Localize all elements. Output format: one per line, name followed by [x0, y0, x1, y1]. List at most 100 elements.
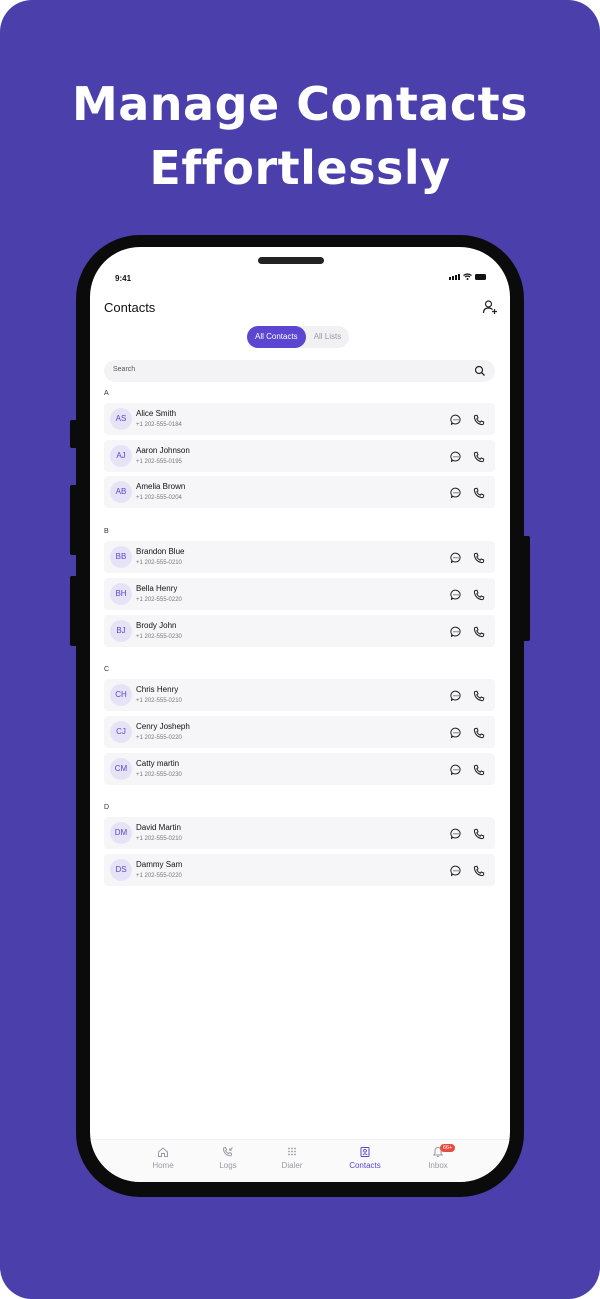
message-icon[interactable]	[450, 726, 462, 738]
message-icon[interactable]	[450, 588, 462, 600]
wifi-icon	[463, 273, 472, 280]
contact-name: Alice Smith	[136, 409, 177, 418]
contact-row[interactable]: BB Brandon Blue +1 202-555-0210	[104, 541, 495, 574]
contact-phone: +1 202-555-0230	[136, 633, 182, 640]
avatar: BH	[110, 582, 132, 605]
call-icon[interactable]	[473, 486, 485, 499]
search-icon[interactable]	[474, 365, 486, 377]
tab-label: Home	[152, 1161, 174, 1170]
tab-label: Dialer	[281, 1161, 303, 1170]
section-header-a: A	[104, 390, 109, 397]
search-placeholder: Search	[113, 366, 136, 373]
call-icon[interactable]	[473, 726, 485, 739]
unread-badge: 66+	[440, 1144, 456, 1152]
contact-row[interactable]: CJ Cenry Josheph +1 202-555-0220	[104, 715, 495, 748]
call-icon[interactable]	[473, 450, 485, 462]
call-icon[interactable]	[473, 588, 485, 600]
call-icon[interactable]	[473, 413, 485, 426]
message-icon[interactable]	[450, 864, 462, 877]
contact-phone: +1 202-555-0220	[136, 596, 182, 603]
contact-row[interactable]: CH Chris Henry +1 202-555-0210	[104, 679, 495, 712]
contact-name: Brandon Blue	[136, 547, 185, 557]
contact-phone: +1 202-555-0230	[136, 771, 182, 778]
message-icon[interactable]	[450, 827, 462, 840]
message-icon[interactable]	[450, 413, 462, 426]
contact-phone: +1 202-555-0220	[136, 873, 182, 879]
avatar: CM	[110, 757, 132, 780]
contact-name: Chris Henry	[136, 685, 179, 695]
contact-name: Cenry Josheph	[136, 721, 190, 731]
avatar: BJ	[110, 619, 132, 642]
call-icon[interactable]	[473, 689, 485, 702]
page-title: Contacts	[104, 300, 156, 315]
headline: Manage Contacts Effortlessly	[0, 72, 600, 200]
contact-row[interactable]: BH Bella Henry +1 202-555-0220	[104, 577, 495, 610]
call-icon[interactable]	[473, 864, 485, 877]
contact-row[interactable]: AJ Aaron Johnson +1 202-555-0195	[104, 439, 495, 472]
message-icon[interactable]	[450, 551, 462, 564]
message-icon[interactable]	[450, 689, 462, 702]
headline-line-2: Effortlessly	[149, 141, 451, 195]
tab-contacts[interactable]: Contacts	[335, 1146, 395, 1170]
avatar: AB	[110, 481, 132, 504]
tab-all-contacts[interactable]: All Contacts	[247, 326, 306, 348]
avatar: DS	[110, 859, 132, 881]
message-icon[interactable]	[450, 450, 462, 462]
promo-canvas: Manage Contacts Effortlessly 9:41 Contac…	[0, 0, 600, 1299]
tab-dialer[interactable]: Dialer	[262, 1146, 322, 1170]
search-field[interactable]: Search	[104, 360, 495, 382]
contact-row[interactable]: AB Amelia Brown +1 202-555-0204	[104, 476, 495, 509]
call-icon[interactable]	[473, 551, 485, 564]
battery-icon	[475, 274, 486, 280]
phone-screen: 9:41 Contacts All Contacts All Lists Sea…	[90, 247, 510, 1182]
headline-line-1: Manage Contacts	[71, 77, 529, 131]
contact-name: Catty martin	[136, 758, 180, 768]
add-user-icon[interactable]	[482, 299, 498, 315]
signal-icon	[449, 274, 460, 280]
status-icons	[449, 273, 486, 280]
contact-phone: +1 202-555-0210	[136, 836, 182, 843]
home-icon	[133, 1146, 193, 1158]
tab-label: Inbox	[428, 1161, 448, 1170]
status-time: 9:41	[115, 274, 132, 283]
contact-phone: +1 202-555-0220	[136, 734, 182, 741]
contact-phone: +1 202-555-0210	[136, 698, 182, 705]
call-icon[interactable]	[473, 827, 485, 840]
contact-phone: +1 202-555-0204	[136, 495, 182, 502]
call-icon[interactable]	[473, 625, 485, 637]
call-log-icon	[198, 1146, 258, 1158]
contact-row[interactable]: DM David Martin +1 202-555-0210	[104, 817, 495, 850]
contact-phone: +1 202-555-0195	[136, 458, 182, 465]
avatar: BB	[110, 546, 132, 569]
inbox-icon	[408, 1146, 468, 1158]
section-header-d: D	[104, 804, 110, 812]
contact-phone: +1 202-555-0184	[136, 422, 182, 428]
contact-name: Dammy Sam	[136, 860, 183, 869]
contact-row[interactable]: AS Alice Smith +1 202-555-0184	[104, 403, 495, 435]
contact-name: Aaron Johnson	[136, 445, 190, 455]
dynamic-island	[258, 257, 324, 264]
tab-label: Contacts	[349, 1161, 381, 1170]
message-icon[interactable]	[450, 486, 462, 499]
call-icon[interactable]	[473, 763, 485, 775]
contact-name: Brody John	[136, 620, 177, 630]
section-header-b: B	[104, 528, 109, 536]
contact-row[interactable]: DS Dammy Sam +1 202-555-0220	[104, 854, 495, 886]
contact-name: David Martin	[136, 823, 181, 833]
section-header-c: C	[104, 666, 110, 674]
tab-all-lists[interactable]: All Lists	[306, 326, 350, 348]
tab-inbox[interactable]: Inbox 66+	[408, 1144, 468, 1170]
contact-row[interactable]: BJ Brody John +1 202-555-0230	[104, 614, 495, 647]
list-toggle: All Contacts All Lists	[247, 326, 350, 348]
tab-home[interactable]: Home	[133, 1146, 193, 1170]
avatar: AJ	[110, 444, 132, 467]
avatar: CJ	[110, 720, 132, 743]
contact-name: Bella Henry	[136, 583, 178, 593]
tab-logs[interactable]: Logs	[198, 1146, 258, 1170]
contact-row[interactable]: CM Catty martin +1 202-555-0230	[104, 752, 495, 785]
contact-phone: +1 202-555-0210	[136, 560, 182, 567]
message-icon[interactable]	[450, 625, 462, 637]
avatar: DM	[110, 822, 132, 845]
message-icon[interactable]	[450, 763, 462, 775]
avatar: CH	[110, 684, 132, 707]
